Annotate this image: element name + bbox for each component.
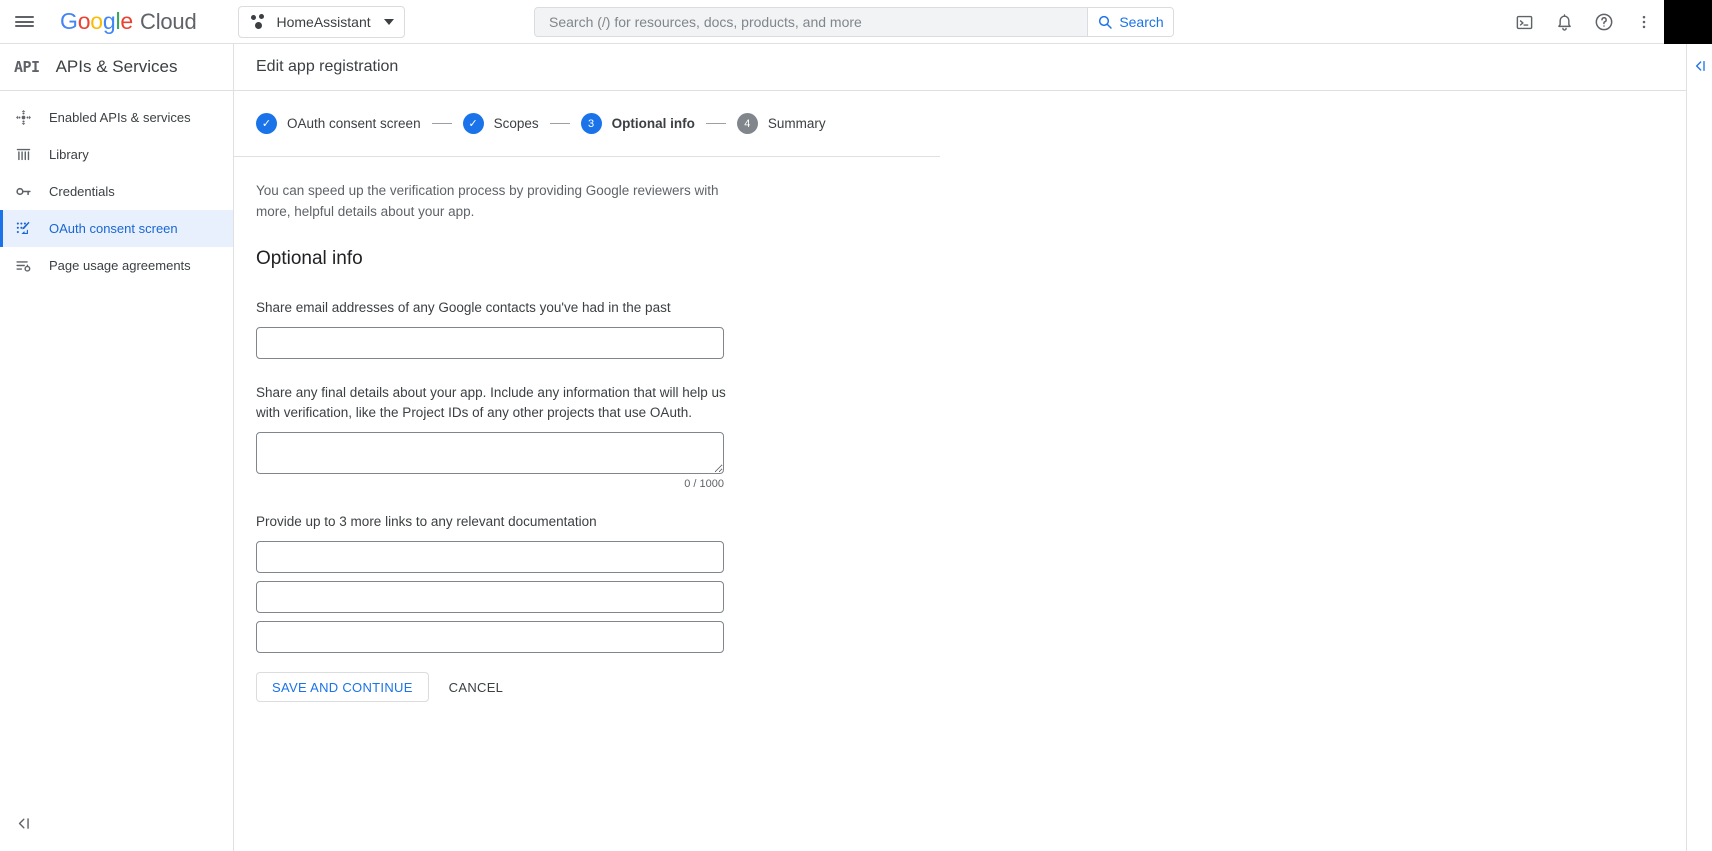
optional-info-form: You can speed up the verification proces…	[234, 157, 954, 702]
logo-letter-o1: o	[77, 8, 91, 34]
step-2-label: Scopes	[493, 116, 539, 131]
page-title: Edit app registration	[234, 44, 1712, 91]
step-separator	[705, 123, 726, 124]
step-2-badge: ✓	[462, 113, 484, 134]
step-3-label: Optional info	[611, 116, 695, 131]
sidebar-item-label: Page usage agreements	[49, 258, 191, 273]
logo-word-cloud: Cloud	[140, 9, 197, 34]
wizard-stepper: ✓ OAuth consent screen ✓ Scopes 3 Option…	[234, 91, 940, 157]
details-field-label: Share any final details about your app. …	[256, 385, 726, 420]
link-input-1[interactable]	[256, 541, 724, 573]
sidebar-item-credentials[interactable]: Credentials	[0, 173, 233, 210]
step-optional-info[interactable]: 3 Optional info	[580, 113, 695, 134]
api-logo-icon: API	[14, 58, 40, 76]
sidebar-item-enabled-apis[interactable]: Enabled APIs & services	[0, 99, 233, 136]
step-1-label: OAuth consent screen	[287, 116, 421, 131]
app-shell: API APIs & Services Enabled APIs & servi…	[0, 44, 1712, 851]
sidebar-title: APIs & Services	[55, 57, 178, 76]
sidebar-header: API APIs & Services	[0, 44, 233, 91]
cloud-shell-icon[interactable]	[1504, 2, 1544, 42]
sidebar-item-label: OAuth consent screen	[49, 221, 178, 236]
links-field-label: Provide up to 3 more links to any releva…	[256, 514, 597, 529]
main-content: Edit app registration ✓ OAuth consent sc…	[234, 44, 1712, 851]
link-input-2[interactable]	[256, 581, 724, 613]
sidebar-item-oauth-consent-screen[interactable]: OAuth consent screen	[0, 210, 233, 247]
logo-letter-g: G	[60, 8, 78, 34]
search-input[interactable]	[535, 8, 1087, 36]
step-4-badge: 4	[736, 113, 758, 134]
avatar[interactable]	[1664, 0, 1712, 44]
global-search[interactable]: Search	[534, 7, 1174, 37]
details-textarea[interactable]	[256, 432, 724, 474]
hamburger-menu-icon[interactable]	[0, 0, 48, 44]
save-and-continue-button[interactable]: SAVE AND CONTINUE	[256, 672, 429, 702]
step-3-badge: 3	[580, 113, 602, 134]
chevron-down-icon	[383, 18, 394, 25]
collapse-panel-icon[interactable]	[16, 815, 33, 837]
sidebar-nav: Enabled APIs & services Library Credenti…	[0, 91, 233, 284]
step-oauth-consent-screen[interactable]: ✓ OAuth consent screen	[256, 113, 421, 134]
search-button-label: Search	[1119, 14, 1164, 30]
project-dots-icon	[251, 13, 267, 30]
link-input-3[interactable]	[256, 621, 724, 653]
contacts-input[interactable]	[256, 327, 724, 359]
right-side-panel	[1686, 44, 1712, 851]
cancel-button[interactable]: CANCEL	[435, 672, 518, 702]
search-icon	[1099, 15, 1113, 29]
project-selector[interactable]: HomeAssistant	[238, 5, 405, 38]
search-button[interactable]: Search	[1087, 8, 1173, 36]
project-name-label: HomeAssistant	[276, 13, 371, 30]
sidebar-item-label: Credentials	[49, 184, 115, 199]
details-char-counter: 0 / 1000	[684, 478, 724, 490]
form-actions: SAVE AND CONTINUE CANCEL	[256, 672, 954, 702]
oauth-consent-icon	[14, 220, 32, 238]
sidebar-item-page-usage-agreements[interactable]: Page usage agreements	[0, 247, 233, 284]
step-1-badge: ✓	[256, 113, 277, 134]
enabled-apis-icon	[14, 109, 32, 127]
step-scopes[interactable]: ✓ Scopes	[462, 113, 539, 134]
logo-letter-g2: g	[102, 8, 116, 34]
topbar-actions	[1504, 0, 1712, 44]
sidebar-item-library[interactable]: Library	[0, 136, 233, 173]
intro-text: You can speed up the verification proces…	[256, 183, 719, 219]
step-separator	[431, 123, 452, 124]
logo-letter-e: e	[120, 8, 133, 34]
logo-letter-o2: o	[90, 8, 103, 34]
sidebar-item-label: Enabled APIs & services	[49, 110, 191, 125]
section-title: Optional info	[256, 248, 363, 269]
sidebar-item-label: Library	[49, 147, 89, 162]
step-separator	[549, 123, 570, 124]
page-body: ✓ OAuth consent screen ✓ Scopes 3 Option…	[234, 91, 1712, 702]
key-icon	[14, 183, 32, 201]
links-stack	[256, 541, 954, 653]
more-vert-icon[interactable]	[1624, 2, 1664, 42]
notifications-bell-icon[interactable]	[1544, 2, 1584, 42]
library-icon	[14, 146, 32, 164]
contacts-field-label: Share email addresses of any Google cont…	[256, 300, 671, 315]
expand-side-panel-icon[interactable]	[1687, 58, 1712, 74]
sidebar: API APIs & Services Enabled APIs & servi…	[0, 44, 234, 851]
page-usage-icon	[14, 257, 32, 275]
google-cloud-logo[interactable]: Google Cloud	[60, 8, 197, 35]
top-app-bar: Google Cloud HomeAssistant Search	[0, 0, 1712, 44]
step-4-label: Summary	[767, 116, 826, 131]
step-summary[interactable]: 4 Summary	[736, 113, 826, 134]
help-question-icon[interactable]	[1584, 2, 1624, 42]
